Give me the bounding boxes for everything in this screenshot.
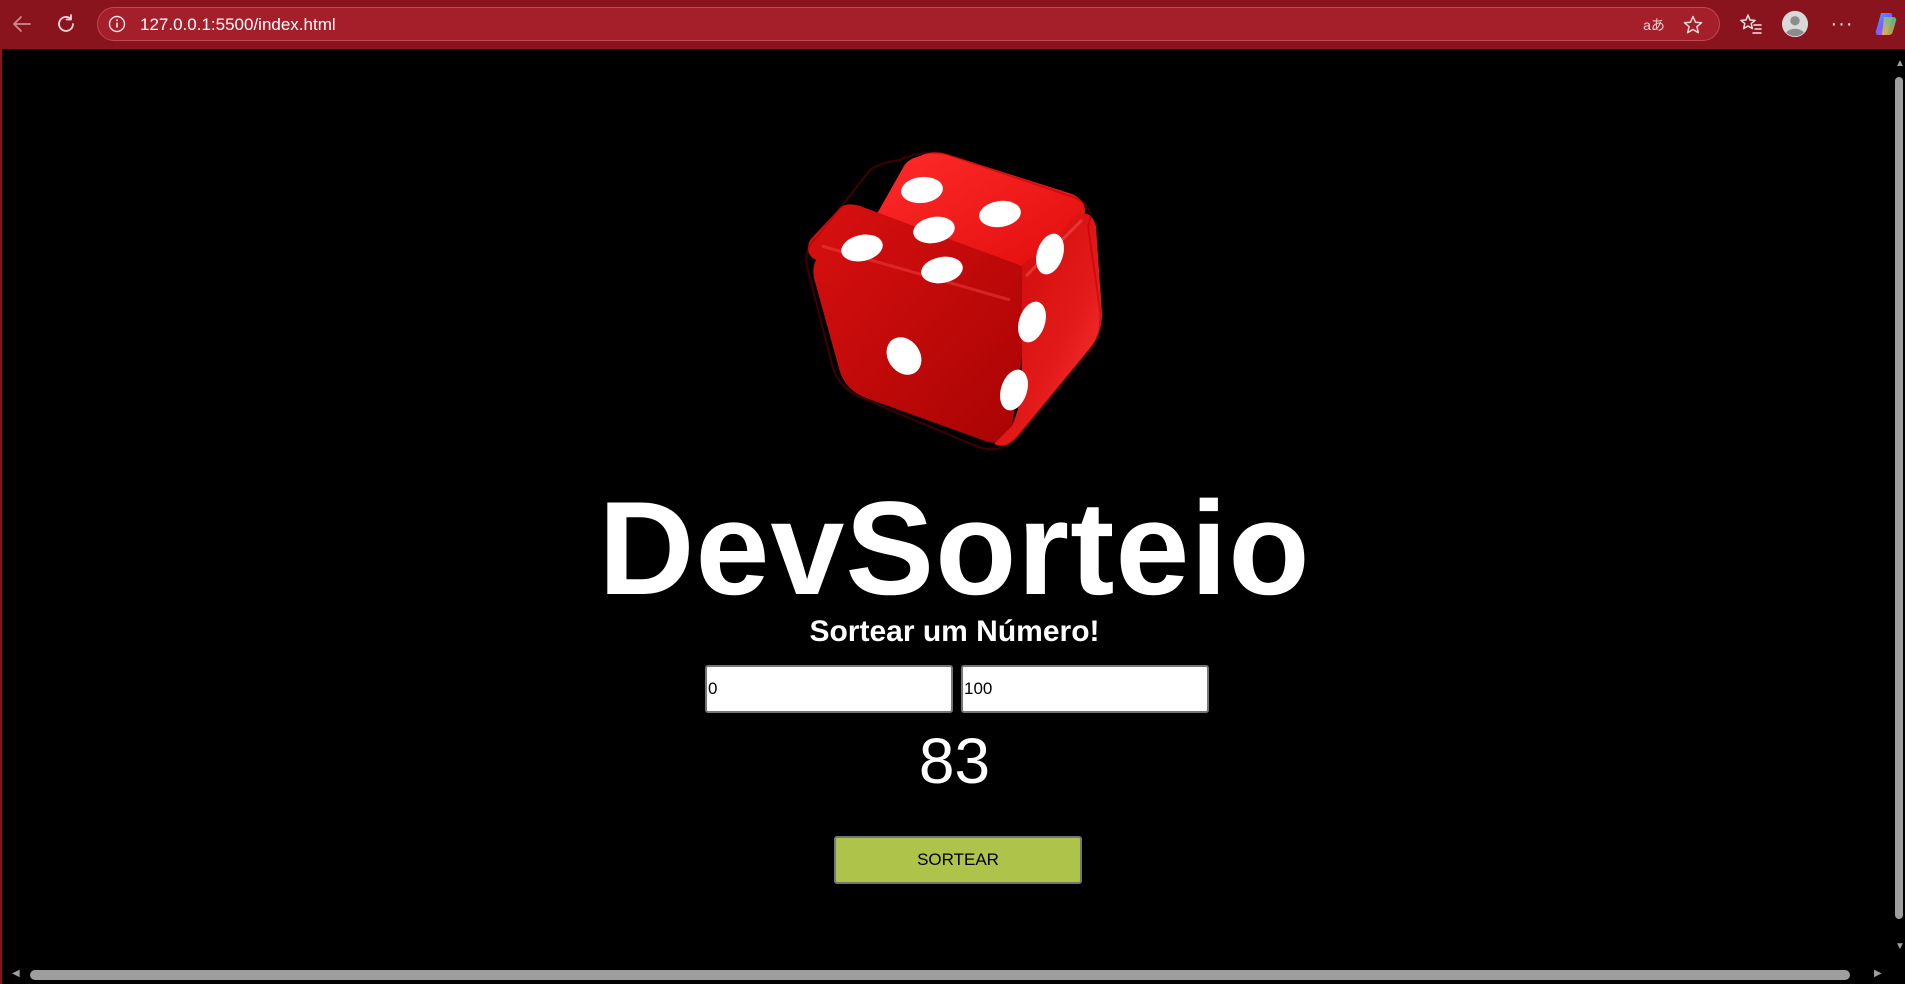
dice-logo [800, 150, 1110, 460]
back-arrow-icon [13, 16, 31, 32]
copilot-icon[interactable] [1872, 10, 1900, 38]
profile-avatar-icon[interactable] [1781, 10, 1809, 38]
scroll-up-icon[interactable]: ▲ [1895, 59, 1905, 69]
favorite-star-icon[interactable] [1682, 14, 1704, 36]
draw-result: 83 [918, 725, 991, 797]
vertical-scroll-thumb[interactable] [1895, 77, 1903, 919]
page-viewport: DevSorteio Sortear um Número! 83 SORTEAR [2, 49, 1893, 964]
reload-icon [58, 14, 74, 32]
site-info-icon[interactable] [108, 15, 126, 33]
min-number-input[interactable] [705, 665, 953, 713]
sortear-button[interactable]: SORTEAR [834, 836, 1082, 884]
page-title: DevSorteio [598, 475, 1311, 623]
url-text[interactable]: 127.0.0.1:5500/index.html [140, 15, 336, 35]
scroll-right-icon[interactable]: ▶ [1874, 969, 1882, 979]
more-menu-icon[interactable]: ··· [1828, 10, 1856, 38]
vertical-scrollbar[interactable]: ▲ ▼ [1893, 49, 1905, 964]
horizontal-scroll-thumb[interactable] [30, 970, 1850, 980]
favorites-icon[interactable] [1737, 10, 1765, 38]
browser-toolbar: 127.0.0.1:5500/index.html aあ ··· [0, 0, 1905, 48]
reload-button[interactable] [50, 8, 82, 40]
horizontal-scrollbar[interactable]: ◀ ▶ [2, 964, 1905, 984]
dice-icon [805, 151, 1102, 451]
translate-icon[interactable]: aあ [1643, 14, 1665, 36]
max-number-input[interactable] [961, 665, 1209, 713]
scroll-left-icon[interactable]: ◀ [12, 969, 20, 979]
back-button[interactable] [6, 8, 38, 40]
scroll-down-icon[interactable]: ▼ [1895, 942, 1905, 952]
address-bar[interactable]: 127.0.0.1:5500/index.html aあ [97, 7, 1720, 41]
page-subtitle: Sortear um Número! [809, 615, 1100, 648]
